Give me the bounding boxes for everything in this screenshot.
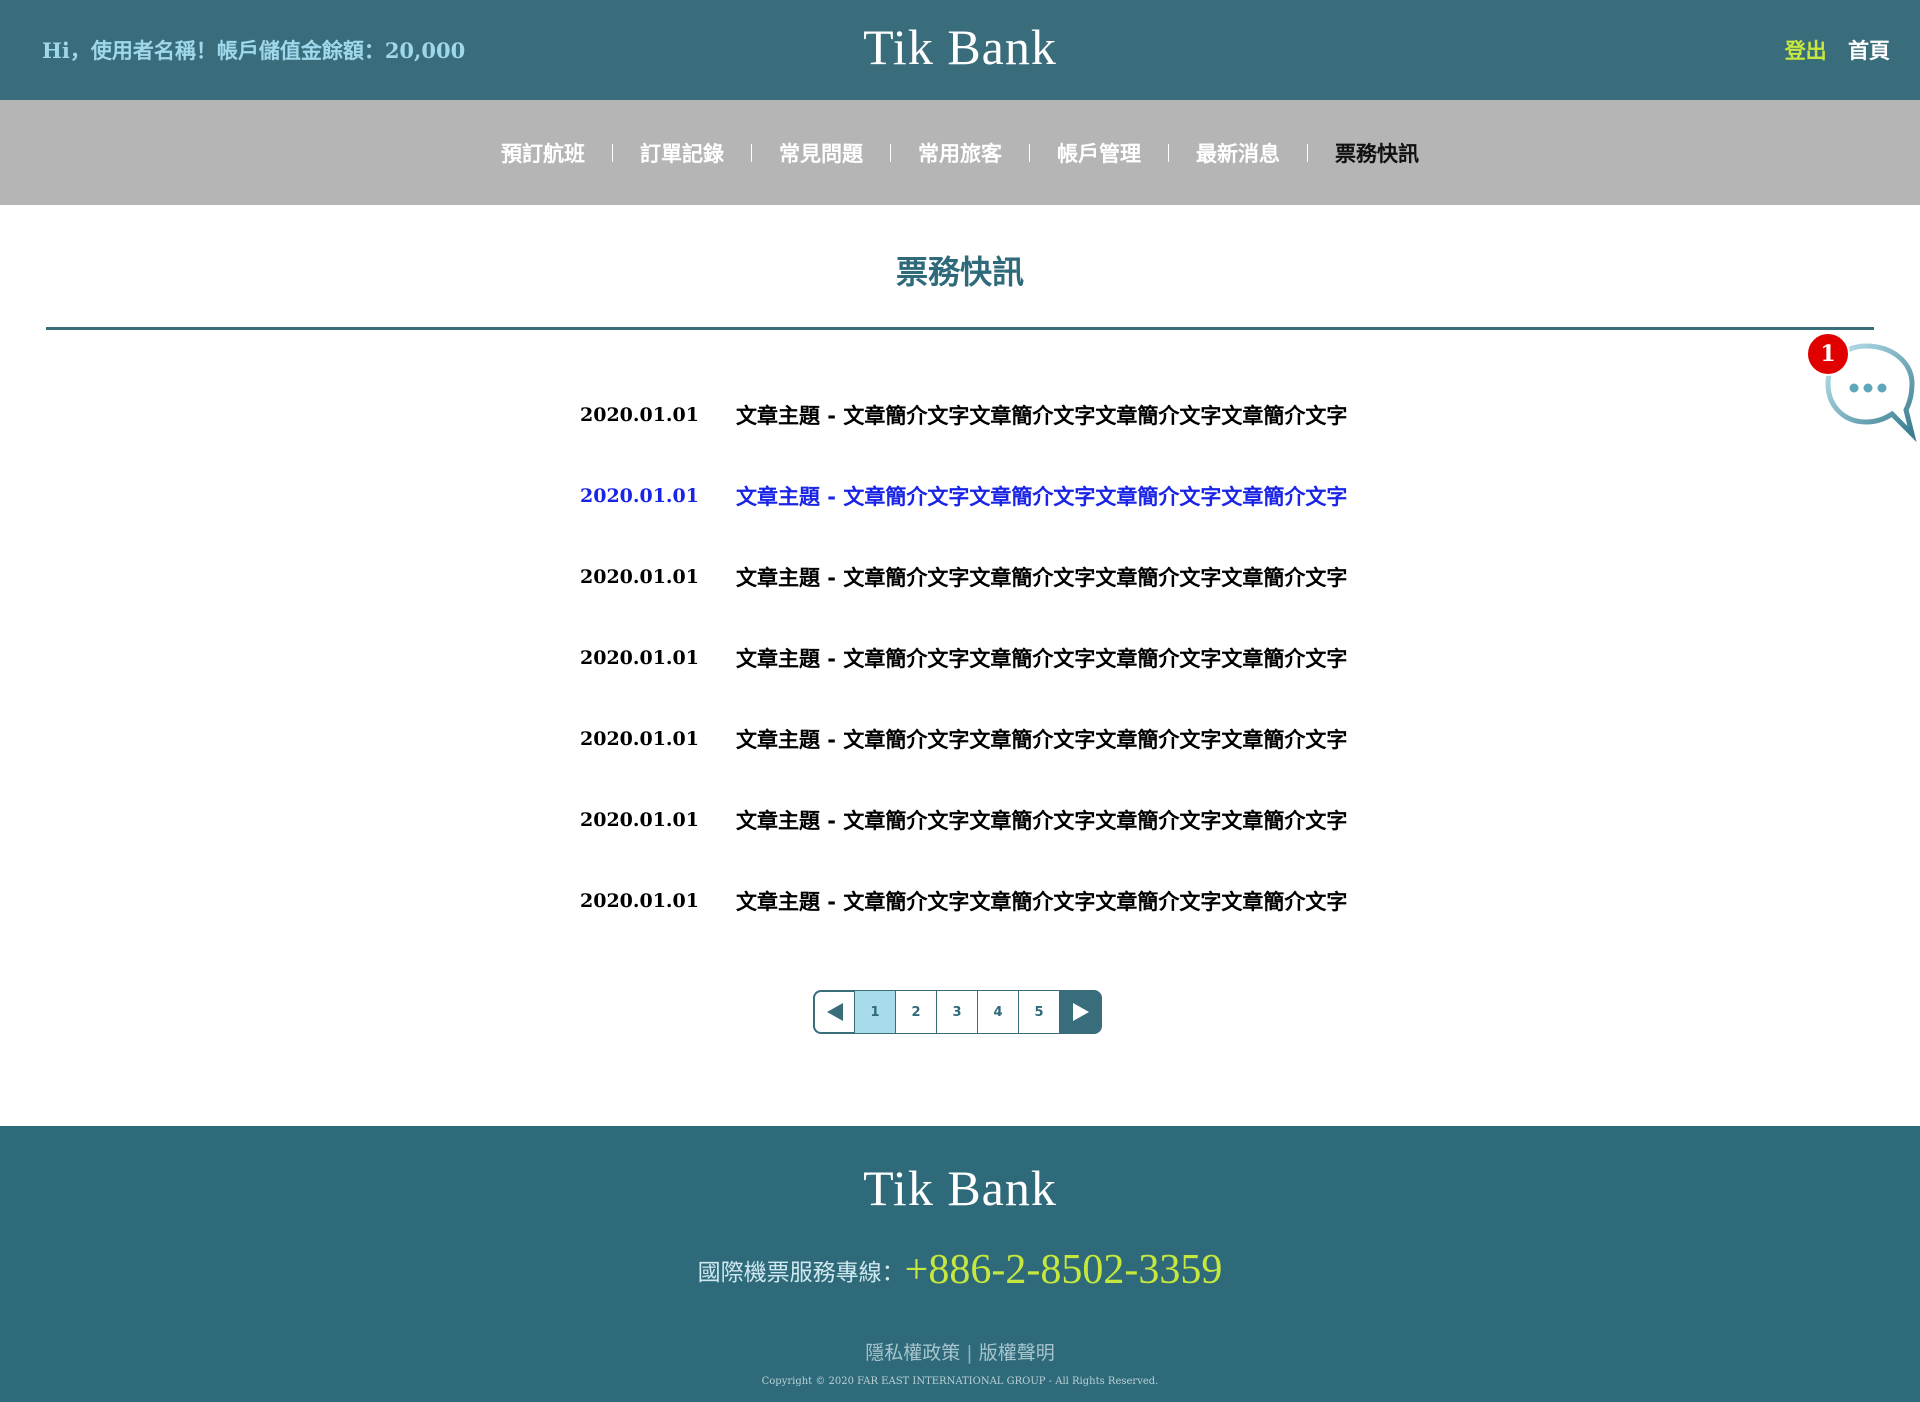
news-title: 文章主題 - 文章簡介文字文章簡介文字文章簡介文字文章簡介文字 [736, 809, 1348, 833]
footer-link-divider: | [966, 1342, 973, 1364]
top-header: Hi，使用者名稱！帳戶儲值金餘額：20,000 Tik Bank 登出 首頁 [0, 0, 1920, 100]
news-item[interactable]: 2020.01.01 文章主題 - 文章簡介文字文章簡介文字文章簡介文字文章簡介… [580, 638, 1347, 678]
nav-list: 預訂航班 訂單記錄 常見問題 常用旅客 帳戶管理 最新消息 票務快訊 [0, 100, 1920, 205]
pagination: 1 2 3 4 5 [813, 990, 1102, 1034]
nav-item-faq[interactable]: 常見問題 [752, 138, 890, 168]
title-divider [46, 327, 1874, 330]
copyright-text: Copyright © 2020 FAR EAST INTERNATIONAL … [761, 1376, 1159, 1387]
news-date: 2020.01.01 [580, 485, 699, 507]
home-link[interactable]: 首頁 [1848, 39, 1890, 63]
news-item[interactable]: 2020.01.01 文章主題 - 文章簡介文字文章簡介文字文章簡介文字文章簡介… [580, 557, 1347, 597]
page-button-2[interactable]: 2 [895, 990, 937, 1034]
news-item[interactable]: 2020.01.01 文章主題 - 文章簡介文字文章簡介文字文章簡介文字文章簡介… [580, 800, 1347, 840]
news-date: 2020.01.01 [580, 566, 699, 588]
page-title: 票務快訊 [895, 253, 1024, 291]
copyright-notice-link[interactable]: 版權聲明 [979, 1342, 1055, 1364]
next-page-button[interactable] [1060, 990, 1102, 1034]
service-hotline: 國際機票服務專線：+886-2-8502-3359 [0, 1246, 1920, 1294]
privacy-policy-link[interactable]: 隱私權政策 [865, 1342, 960, 1364]
footer-brand-logo: Tik Bank [863, 1160, 1057, 1216]
page-button-1[interactable]: 1 [854, 990, 896, 1034]
page-button-3[interactable]: 3 [936, 990, 978, 1034]
nav-item-frequent-travelers[interactable]: 常用旅客 [891, 138, 1029, 168]
news-date: 2020.01.01 [580, 890, 699, 912]
news-title: 文章主題 - 文章簡介文字文章簡介文字文章簡介文字文章簡介文字 [736, 647, 1348, 671]
nav-item-order-history[interactable]: 訂單記錄 [613, 138, 751, 168]
news-item[interactable]: 2020.01.01 文章主題 - 文章簡介文字文章簡介文字文章簡介文字文章簡介… [580, 395, 1347, 435]
top-links: 登出 首頁 [1785, 35, 1890, 65]
footer: Tik Bank 國際機票服務專線：+886-2-8502-3359 隱私權政策… [0, 1126, 1920, 1402]
news-item[interactable]: 2020.01.01 文章主題 - 文章簡介文字文章簡介文字文章簡介文字文章簡介… [580, 881, 1347, 921]
page-button-5[interactable]: 5 [1018, 990, 1060, 1034]
news-item[interactable]: 2020.01.01 文章主題 - 文章簡介文字文章簡介文字文章簡介文字文章簡介… [580, 719, 1347, 759]
footer-links: 隱私權政策 | 版權聲明 [0, 1338, 1920, 1365]
news-title: 文章主題 - 文章簡介文字文章簡介文字文章簡介文字文章簡介文字 [736, 890, 1348, 914]
news-date: 2020.01.01 [580, 728, 699, 750]
nav-item-account[interactable]: 帳戶管理 [1030, 138, 1168, 168]
news-title: 文章主題 - 文章簡介文字文章簡介文字文章簡介文字文章簡介文字 [736, 728, 1348, 752]
main-nav: 預訂航班 訂單記錄 常見問題 常用旅客 帳戶管理 最新消息 票務快訊 [0, 100, 1920, 205]
news-item[interactable]: 2020.01.01 文章主題 - 文章簡介文字文章簡介文字文章簡介文字文章簡介… [580, 476, 1347, 516]
news-title: 文章主題 - 文章簡介文字文章簡介文字文章簡介文字文章簡介文字 [736, 566, 1348, 590]
news-date: 2020.01.01 [580, 404, 699, 426]
hotline-number[interactable]: +886-2-8502-3359 [905, 1247, 1223, 1293]
news-date: 2020.01.01 [580, 809, 699, 831]
news-title: 文章主題 - 文章簡介文字文章簡介文字文章簡介文字文章簡介文字 [736, 485, 1348, 509]
hotline-label: 國際機票服務專線： [697, 1260, 905, 1286]
brand-logo[interactable]: Tik Bank [0, 18, 1920, 76]
nav-item-book-flight[interactable]: 預訂航班 [474, 138, 612, 168]
news-date: 2020.01.01 [580, 647, 699, 669]
triangle-left-icon [827, 1003, 843, 1021]
logout-link[interactable]: 登出 [1785, 39, 1827, 63]
chat-notification-badge: 1 [1806, 332, 1850, 376]
page-button-4[interactable]: 4 [977, 990, 1019, 1034]
nav-item-ticket-news[interactable]: 票務快訊 [1308, 138, 1446, 168]
news-title: 文章主題 - 文章簡介文字文章簡介文字文章簡介文字文章簡介文字 [736, 404, 1348, 428]
prev-page-button[interactable] [813, 990, 855, 1034]
nav-item-news[interactable]: 最新消息 [1169, 138, 1307, 168]
triangle-right-icon [1073, 1003, 1089, 1021]
